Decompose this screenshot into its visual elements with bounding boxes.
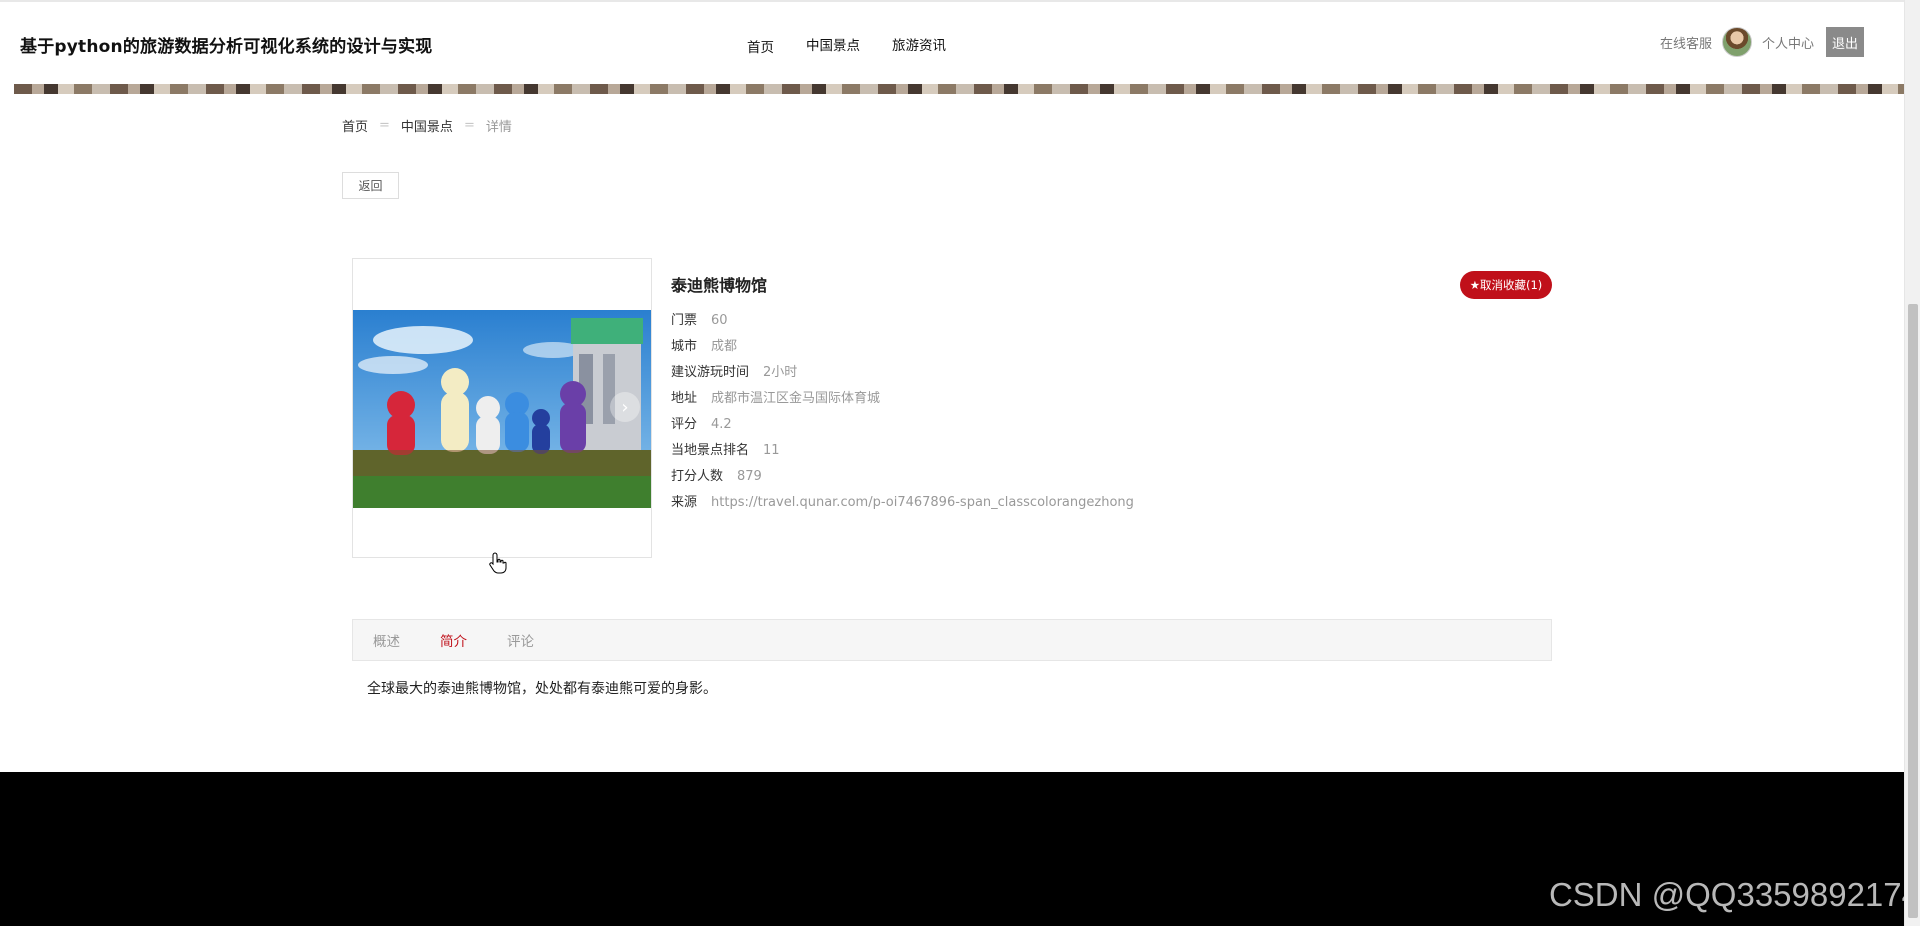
spot-image-carousel[interactable]: › (352, 258, 652, 558)
field-suggested-time: 建议游玩时间 2小时 (671, 365, 798, 380)
page-scrollbar[interactable] (1904, 0, 1920, 926)
breadcrumb-china-spots[interactable]: 中国景点 (401, 116, 453, 135)
field-address: 地址 成都市温江区金马国际体育城 (671, 391, 881, 406)
cancel-favorite-button[interactable]: ★取消收藏(1) (1460, 271, 1552, 299)
tab-intro[interactable]: 简介 (440, 630, 467, 650)
top-header: 基于python的旅游数据分析可视化系统的设计与实现 首页 中国景点 旅游资讯 … (0, 0, 1904, 84)
breadcrumb-home[interactable]: 首页 (342, 116, 368, 135)
teddy-bear-museum-photo (353, 310, 651, 508)
tab-comments[interactable]: 评论 (507, 630, 534, 650)
back-button[interactable]: 返回 (342, 172, 399, 199)
tab-overview[interactable]: 概述 (373, 630, 400, 650)
detail-tabs: 概述 简介 评论 (352, 619, 1552, 661)
field-rater-count: 打分人数 879 (671, 469, 762, 484)
breadcrumb-separator: = (463, 118, 475, 133)
banner-image-strip (14, 84, 1904, 94)
avatar[interactable] (1721, 27, 1752, 57)
online-service-link[interactable]: 在线客服 (1660, 33, 1712, 52)
spot-photo (353, 310, 651, 508)
main-nav: 首页 中国景点 旅游资讯 (747, 34, 978, 56)
watermark: CSDN @QQ3359892174 (1548, 876, 1920, 913)
site-title: 基于python的旅游数据分析可视化系统的设计与实现 (20, 37, 433, 57)
field-local-rank: 当地景点排名 11 (671, 443, 780, 458)
tab-content: 全球最大的泰迪熊博物馆，处处都有泰迪熊可爱的身影。 (367, 681, 717, 697)
scrollbar-thumb[interactable] (1908, 304, 1918, 918)
field-city: 城市 成都 (671, 339, 738, 354)
breadcrumb: 首页 = 中国景点 = 详情 (342, 116, 512, 135)
breadcrumb-separator: = (379, 118, 390, 133)
field-rating: 评分 4.2 (671, 417, 732, 432)
spot-info: 泰迪熊博物馆 门票 60 城市 成都 建议游玩时间 2小时 地址 成都市温江区金马国际体… (671, 272, 1134, 516)
nav-travel-news[interactable]: 旅游资讯 (892, 34, 946, 56)
field-source: 来源 https://travel.qunar.com/p-oi7467896-s… (671, 495, 1134, 510)
field-ticket: 门票 60 (671, 313, 728, 328)
nav-home[interactable]: 首页 (747, 36, 774, 56)
logout-button[interactable]: 退出 (1826, 27, 1864, 57)
source-link[interactable]: https://travel.qunar.com/p-oi7467896-spa… (711, 495, 1134, 510)
nav-china-spots[interactable]: 中国景点 (806, 34, 860, 56)
carousel-next-arrow[interactable]: › (610, 392, 640, 422)
personal-center-link[interactable]: 个人中心 (1762, 33, 1814, 52)
spot-name: 泰迪熊博物馆 (671, 276, 768, 295)
breadcrumb-detail: 详情 (485, 120, 512, 135)
user-area: 在线客服 个人中心 退出 (1660, 27, 1864, 57)
hand-cursor-icon (489, 552, 507, 574)
